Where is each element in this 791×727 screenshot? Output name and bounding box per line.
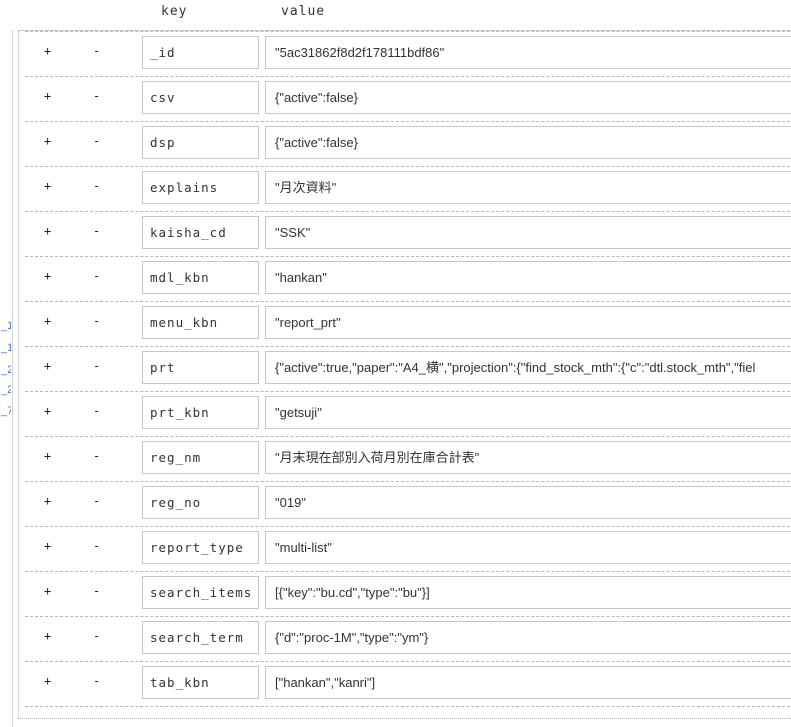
field-row: + - kaisha_cd "SSK" (25, 212, 791, 257)
field-key-input[interactable]: mdl_kbn (142, 261, 259, 294)
field-key-input[interactable]: prt (142, 351, 259, 384)
field-row: + - menu_kbn "report_prt" (25, 302, 791, 347)
field-key-input[interactable]: search_term (142, 621, 259, 654)
add-field-button[interactable]: + (44, 403, 51, 419)
add-field-button[interactable]: + (44, 493, 51, 509)
field-value-input[interactable]: "getsuji" (265, 396, 791, 429)
remove-field-button[interactable]: - (93, 628, 100, 644)
truncated-sidebar-text: _1 (1, 342, 11, 354)
field-row: + - _id "5ac31862f8d2f178111bdf86" (25, 32, 791, 77)
field-key-input[interactable]: explains (142, 171, 259, 204)
value-column-header: value (281, 4, 326, 19)
add-field-button[interactable]: + (44, 358, 51, 374)
field-row: + - prt_kbn "getsuji" (25, 392, 791, 437)
remove-field-button[interactable]: - (93, 268, 100, 284)
remove-field-button[interactable]: - (93, 673, 100, 689)
field-row: + - csv {"active":false} (25, 77, 791, 122)
add-field-button[interactable]: + (44, 628, 51, 644)
field-value-input[interactable]: "5ac31862f8d2f178111bdf86" (265, 36, 791, 69)
add-field-button[interactable]: + (44, 88, 51, 104)
truncated-sidebar-text: _1 (1, 320, 11, 332)
field-value-input[interactable]: {"d":"proc-1M","type":"ym"} (265, 621, 791, 654)
column-header: key value (0, 0, 791, 28)
remove-field-button[interactable]: - (93, 178, 100, 194)
field-value-input[interactable]: [{"key":"bu.cd","type":"bu"}] (265, 576, 791, 609)
field-value-input[interactable]: {"active":true,"paper":"A4_横","projectio… (265, 351, 791, 384)
field-value-input[interactable]: {"active":false} (265, 81, 791, 114)
field-key-input[interactable]: search_items (142, 576, 259, 609)
field-key-input[interactable]: reg_nm (142, 441, 259, 474)
remove-field-button[interactable]: - (93, 538, 100, 554)
field-value-input[interactable]: {"active":false} (265, 126, 791, 159)
field-key-input[interactable]: _id (142, 36, 259, 69)
field-value-input[interactable]: "月末現在部別入荷月別在庫合計表" (265, 441, 791, 474)
field-key-input[interactable]: dsp (142, 126, 259, 159)
add-field-button[interactable]: + (44, 268, 51, 284)
field-value-input[interactable]: ["hankan","kanri"] (265, 666, 791, 699)
remove-field-button[interactable]: - (93, 133, 100, 149)
field-key-input[interactable]: menu_kbn (142, 306, 259, 339)
panel-bottom-border (18, 718, 791, 719)
field-row: + - search_term {"d":"proc-1M","type":"ym"} (25, 617, 791, 662)
add-field-button[interactable]: + (44, 673, 51, 689)
field-key-input[interactable]: csv (142, 81, 259, 114)
remove-field-button[interactable]: - (93, 88, 100, 104)
field-row: + - prt {"active":true,"paper":"A4_横","proj… (25, 347, 791, 392)
remove-field-button[interactable]: - (93, 583, 100, 599)
field-key-input[interactable]: prt_kbn (142, 396, 259, 429)
document-editor-panel: + - _id "5ac31862f8d2f178111bdf86" + - csv {"ac… (18, 30, 791, 718)
remove-field-button[interactable]: - (93, 403, 100, 419)
truncated-sidebar-text: _2 (1, 364, 11, 376)
field-row: + - tab_kbn ["hankan","kanri"] (25, 662, 791, 707)
truncated-sidebar-text: _7 (1, 405, 11, 417)
add-field-button[interactable]: + (44, 223, 51, 239)
remove-field-button[interactable]: - (93, 493, 100, 509)
remove-field-button[interactable]: - (93, 313, 100, 329)
field-value-input[interactable]: "report_prt" (265, 306, 791, 339)
field-row: + - mdl_kbn "hankan" (25, 257, 791, 302)
add-field-button[interactable]: + (44, 448, 51, 464)
field-row: + - dsp {"active":false} (25, 122, 791, 167)
add-field-button[interactable]: + (44, 133, 51, 149)
add-field-button[interactable]: + (44, 313, 51, 329)
add-field-button[interactable]: + (44, 583, 51, 599)
add-field-button[interactable]: + (44, 538, 51, 554)
field-value-input[interactable]: "hankan" (265, 261, 791, 294)
add-field-button[interactable]: + (44, 43, 51, 59)
remove-field-button[interactable]: - (93, 43, 100, 59)
field-key-input[interactable]: reg_no (142, 486, 259, 519)
field-row: + - report_type "multi-list" (25, 527, 791, 572)
left-panel-border (12, 30, 13, 727)
remove-field-button[interactable]: - (93, 358, 100, 374)
field-key-input[interactable]: report_type (142, 531, 259, 564)
key-column-header: key (161, 4, 188, 19)
field-row: + - explains "月次資料" (25, 167, 791, 212)
field-value-input[interactable]: "月次資料" (265, 171, 791, 204)
field-value-input[interactable]: "SSK" (265, 216, 791, 249)
field-value-input[interactable]: "019" (265, 486, 791, 519)
field-row: + - reg_nm "月末現在部別入荷月別在庫合計表" (25, 437, 791, 482)
field-row: + - reg_no "019" (25, 482, 791, 527)
remove-field-button[interactable]: - (93, 448, 100, 464)
field-value-input[interactable]: "multi-list" (265, 531, 791, 564)
add-field-button[interactable]: + (44, 178, 51, 194)
field-key-input[interactable]: tab_kbn (142, 666, 259, 699)
field-row: + - search_items [{"key":"bu.cd","type":"bu… (25, 572, 791, 617)
remove-field-button[interactable]: - (93, 223, 100, 239)
truncated-sidebar-text: _2 (1, 384, 11, 396)
field-key-input[interactable]: kaisha_cd (142, 216, 259, 249)
